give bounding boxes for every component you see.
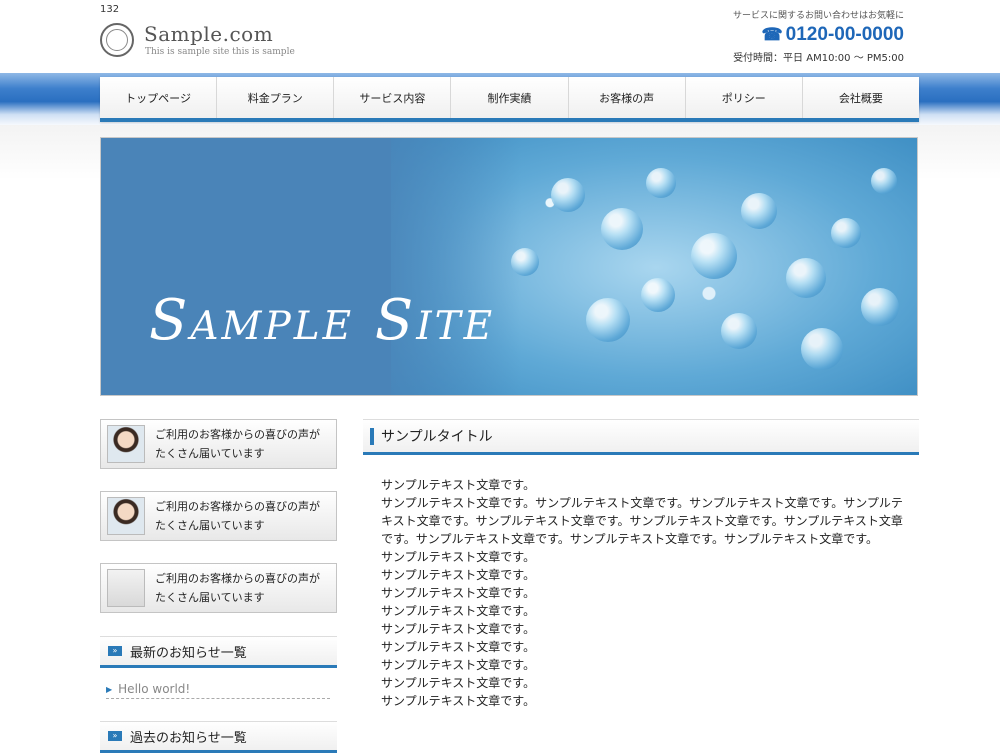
global-nav: トップページ 料金プラン サービス内容 制作実績 お客様の声 ポリシー 会社概要: [100, 77, 919, 122]
visit-counter: 132: [100, 4, 120, 15]
customer-photo: [107, 497, 145, 535]
paragraph: サンプルテキスト文章です。: [381, 550, 536, 564]
paragraph: サンプルテキスト文章です。: [381, 586, 536, 600]
heading-accent-bar: [370, 427, 374, 445]
nav-item-policy[interactable]: ポリシー: [686, 77, 803, 118]
contact-info: サービスに関するお問い合わせはお気軽に ☎ 0120-00-0000 受付時間：平…: [733, 8, 904, 64]
nav-item-voices[interactable]: お客様の声: [569, 77, 686, 118]
banner-line2: たくさん届いています: [155, 447, 265, 460]
phone-icon: ☎: [761, 25, 783, 44]
news-item-label: Hello world!: [118, 682, 191, 696]
section-heading: サンプルタイトル: [363, 419, 919, 455]
hero-image: Sample Site: [100, 137, 918, 396]
paragraph: サンプルテキスト文章です。: [381, 622, 536, 636]
logo-title: Sample.com: [144, 22, 274, 46]
latest-news-heading: » 最新のお知らせ一覧: [100, 636, 337, 668]
nav-item-works[interactable]: 制作実績: [451, 77, 569, 118]
past-news-heading: » 過去のお知らせ一覧: [100, 721, 337, 753]
nav-item-services[interactable]: サービス内容: [334, 77, 452, 118]
triangle-bullet-icon: ▶: [106, 684, 113, 694]
phone-text: 0120-00-0000: [785, 24, 904, 45]
paragraph: サンプルテキスト文章です。: [381, 604, 536, 618]
paragraph: サンプルテキスト文章です。サンプルテキスト文章です。サンプルテキスト文章です。サ…: [381, 496, 903, 546]
section-title: サンプルタイトル: [381, 429, 493, 445]
site-logo[interactable]: Sample.com This is sample site this is s…: [100, 22, 300, 62]
stamp-icon: [100, 23, 134, 57]
logo-subtitle: This is sample site this is sample: [145, 47, 295, 57]
paragraph: サンプルテキスト文章です。: [381, 694, 536, 708]
nav-item-pricing[interactable]: 料金プラン: [217, 77, 335, 118]
paragraph: サンプルテキスト文章です。: [381, 478, 536, 492]
nav-item-company[interactable]: 会社概要: [803, 77, 919, 118]
double-arrow-icon: »: [108, 731, 122, 741]
paragraph: サンプルテキスト文章です。: [381, 676, 536, 690]
voice-banner-1[interactable]: ご利用のお客様からの喜びの声が たくさん届いています: [100, 419, 337, 469]
paragraph: サンプルテキスト文章です。: [381, 640, 536, 654]
banner-line1: ご利用のお客様からの喜びの声が: [155, 500, 320, 513]
desk-photo: [107, 569, 145, 607]
contact-note: サービスに関するお問い合わせはお気軽に: [732, 11, 904, 21]
customer-photo: [107, 425, 145, 463]
voice-banner-2[interactable]: ご利用のお客様からの喜びの声が たくさん届いています: [100, 491, 337, 541]
banner-line2: たくさん届いています: [155, 591, 265, 604]
voice-banner-3[interactable]: ご利用のお客様からの喜びの声が たくさん届いています: [100, 563, 337, 613]
phone-number[interactable]: ☎ 0120-00-0000: [733, 24, 904, 46]
news-item[interactable]: ▶ Hello world!: [106, 680, 330, 699]
banner-line2: たくさん届いています: [155, 519, 265, 532]
paragraph: サンプルテキスト文章です。: [381, 658, 536, 672]
nav-item-top[interactable]: トップページ: [100, 77, 218, 118]
business-hours: 受付時間：平日 AM10:00 〜 PM5:00: [733, 53, 904, 64]
double-arrow-icon: »: [108, 646, 122, 656]
banner-line1: ご利用のお客様からの喜びの声が: [155, 428, 320, 441]
paragraph: サンプルテキスト文章です。: [381, 568, 536, 582]
banner-line1: ご利用のお客様からの喜びの声が: [155, 572, 320, 585]
hero-title: Sample Site: [149, 288, 496, 353]
main-text: サンプルテキスト文章です。 サンプルテキスト文章です。サンプルテキスト文章です。…: [381, 476, 909, 710]
